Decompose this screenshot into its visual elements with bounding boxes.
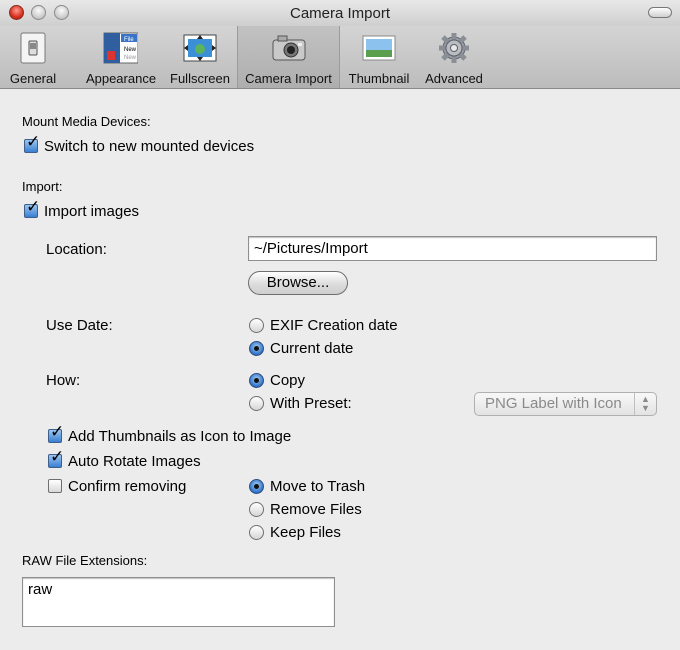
tab-camera-import[interactable]: Camera Import: [237, 26, 340, 88]
tab-general-label: General: [9, 71, 57, 86]
camera-icon: [272, 35, 306, 61]
switch-devices-label[interactable]: Switch to new mounted devices: [44, 138, 254, 155]
confirm-removing-checkbox[interactable]: [48, 479, 62, 493]
how-label: How:: [46, 372, 81, 389]
fullscreen-icon: [183, 34, 217, 62]
tab-appearance[interactable]: File New New Appearance: [80, 26, 162, 88]
browse-button[interactable]: Browse...: [248, 271, 348, 295]
preset-popup[interactable]: PNG Label with Icon ▲ ▼: [474, 392, 657, 416]
raw-extensions-textarea[interactable]: raw: [22, 577, 335, 627]
mount-section-label: Mount Media Devices:: [22, 114, 151, 129]
tab-general[interactable]: General: [2, 26, 64, 88]
gear-icon: [439, 33, 469, 63]
preferences-toolbar: General File New New Appearance Fullscre…: [0, 26, 680, 89]
add-thumbnails-checkbox[interactable]: ✓: [48, 423, 64, 443]
tab-thumbnail[interactable]: Thumbnail: [343, 26, 415, 88]
confirm-removing-label[interactable]: Confirm removing: [68, 478, 186, 495]
window-title: Camera Import: [289, 5, 391, 22]
appearance-icon-file-text: File: [124, 37, 134, 43]
checkmark-icon: ✓: [50, 447, 65, 466]
move-to-trash-label[interactable]: Move to Trash: [270, 478, 365, 495]
chevron-up-down-icon: ▲ ▼: [634, 393, 656, 415]
tab-thumbnail-label: Thumbnail: [348, 71, 410, 86]
remove-files-label[interactable]: Remove Files: [270, 501, 362, 518]
checkmark-icon: ✓: [26, 197, 41, 216]
auto-rotate-label[interactable]: Auto Rotate Images: [68, 453, 201, 470]
preferences-window: Camera Import General File New New Appea…: [0, 0, 680, 650]
keep-files-radio[interactable]: [249, 525, 264, 540]
keep-files-label[interactable]: Keep Files: [270, 524, 341, 541]
use-date-label: Use Date:: [46, 317, 113, 334]
tab-fullscreen-label: Fullscreen: [170, 71, 230, 86]
location-label: Location:: [46, 241, 107, 258]
raw-section-label: RAW File Extensions:: [22, 553, 148, 568]
import-images-checkbox[interactable]: ✓: [24, 198, 40, 218]
switch-devices-checkbox[interactable]: ✓: [24, 133, 40, 153]
move-to-trash-radio[interactable]: [249, 479, 264, 494]
auto-rotate-checkbox[interactable]: ✓: [48, 448, 64, 468]
toolbar-toggle-button[interactable]: [648, 7, 672, 18]
exif-date-label[interactable]: EXIF Creation date: [270, 317, 398, 334]
appearance-icon-new-text: New: [124, 47, 137, 53]
title-bar: Camera Import: [0, 0, 680, 26]
tab-advanced-label: Advanced: [425, 71, 483, 86]
appearance-icon: File New New: [103, 32, 138, 64]
with-preset-radio[interactable]: [249, 396, 264, 411]
current-date-label[interactable]: Current date: [270, 340, 353, 357]
location-input[interactable]: ~/Pictures/Import: [248, 236, 657, 261]
remove-files-radio[interactable]: [249, 502, 264, 517]
checkmark-icon: ✓: [50, 422, 65, 441]
import-images-label[interactable]: Import images: [44, 203, 139, 220]
tab-camera-import-label: Camera Import: [245, 71, 332, 86]
tab-fullscreen[interactable]: Fullscreen: [164, 26, 236, 88]
current-date-radio[interactable]: [249, 341, 264, 356]
switch-icon: [20, 32, 46, 64]
tab-advanced[interactable]: Advanced: [420, 26, 488, 88]
exif-date-radio[interactable]: [249, 318, 264, 333]
preset-popup-value: PNG Label with Icon: [485, 395, 622, 412]
thumbnail-icon: [362, 35, 396, 61]
checkmark-icon: ✓: [26, 132, 41, 151]
add-thumbnails-label[interactable]: Add Thumbnails as Icon to Image: [68, 428, 291, 445]
copy-label[interactable]: Copy: [270, 372, 305, 389]
tab-appearance-label: Appearance: [85, 71, 157, 86]
appearance-icon-new-grey-text: New: [124, 55, 137, 61]
import-section-label: Import:: [22, 179, 63, 194]
with-preset-label[interactable]: With Preset:: [270, 395, 352, 412]
copy-radio[interactable]: [249, 373, 264, 388]
